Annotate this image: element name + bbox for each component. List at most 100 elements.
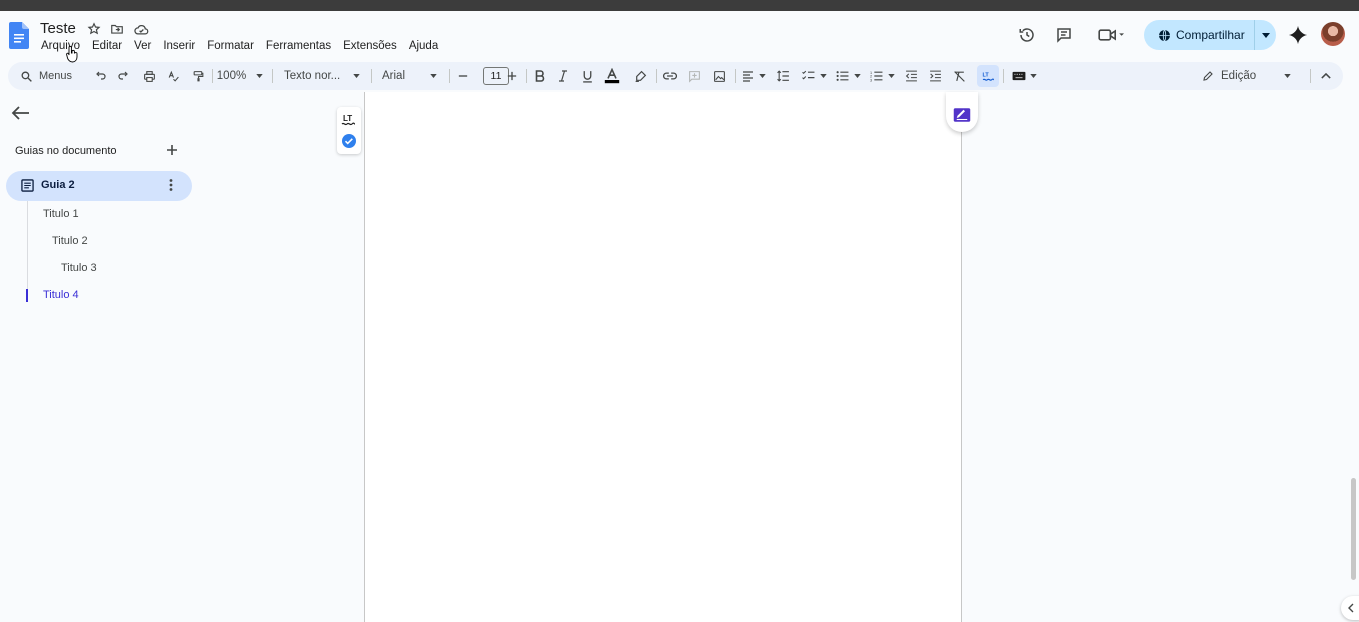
outline-heading-2[interactable]: Titulo 2 [52, 235, 88, 247]
avatar[interactable] [1321, 22, 1345, 46]
menu-ajuda[interactable]: Ajuda [403, 38, 444, 54]
cloud-saved-icon[interactable] [133, 21, 149, 37]
add-tab-icon[interactable] [165, 143, 179, 157]
checklist-button[interactable] [800, 62, 828, 90]
hide-menus-button[interactable] [1318, 62, 1334, 90]
paragraph-style-value: Texto nor... [284, 70, 341, 82]
editing-mode-select[interactable]: Edição [1198, 62, 1294, 90]
chevron-down-icon [256, 74, 263, 78]
tab-guia-2[interactable]: Guia 2 [6, 171, 192, 201]
menu-inserir[interactable]: Inserir [157, 38, 201, 54]
menu-formatar[interactable]: Formatar [201, 38, 260, 54]
scrollbar-thumb[interactable] [1351, 478, 1356, 580]
increase-indent-button[interactable] [927, 62, 943, 90]
search-menus-button[interactable]: Menus [16, 62, 84, 90]
toolbar-divider [735, 69, 736, 83]
align-button[interactable] [741, 62, 767, 90]
text-color-button[interactable] [604, 62, 620, 90]
outline-heading-1[interactable]: Titulo 1 [43, 208, 79, 220]
chevron-down-icon [887, 74, 895, 78]
redo-button[interactable] [116, 62, 132, 90]
menu-editar[interactable]: Editar [86, 38, 128, 54]
insert-image-button[interactable] [711, 62, 727, 90]
outline-heading-4[interactable]: Titulo 4 [43, 289, 79, 301]
bulleted-list-icon [836, 71, 848, 81]
align-left-icon [743, 70, 753, 82]
more-vert-icon[interactable] [167, 178, 175, 192]
toolbar-divider [1003, 69, 1004, 83]
toolbar-divider [371, 69, 372, 83]
back-arrow-icon[interactable] [10, 105, 30, 121]
spellcheck-button[interactable] [165, 62, 181, 90]
print-button[interactable] [141, 62, 157, 90]
bold-button[interactable] [532, 62, 546, 90]
menu-extensoes[interactable]: Extensões [337, 38, 403, 54]
underline-icon [582, 70, 592, 83]
meet-icon[interactable] [1094, 23, 1130, 47]
tab-document-icon [21, 179, 34, 192]
undo-button[interactable] [92, 62, 108, 90]
side-panel-toggle[interactable] [1341, 596, 1359, 620]
chevron-down-icon [759, 74, 766, 78]
languagetool-toolbar-button[interactable]: LT [977, 65, 999, 87]
docs-logo-icon[interactable] [9, 22, 29, 49]
zoom-select[interactable]: 100% [215, 62, 265, 90]
share-label: Compartilhar [1176, 28, 1245, 42]
globe-icon [1159, 29, 1170, 41]
decrease-font-size-button[interactable] [457, 62, 469, 90]
increase-font-size-button[interactable] [506, 62, 518, 90]
underline-button[interactable] [580, 62, 594, 90]
outline-heading-3[interactable]: Titulo 3 [61, 262, 97, 274]
browser-top-strip [0, 0, 1359, 11]
document-page[interactable] [364, 92, 962, 622]
toolbar-divider [526, 69, 527, 83]
undo-icon [96, 71, 106, 80]
paint-format-button[interactable] [190, 62, 206, 90]
share-button[interactable]: Compartilhar [1144, 20, 1276, 50]
paragraph-style-select[interactable]: Texto nor... [280, 62, 364, 90]
insert-link-button[interactable] [662, 62, 678, 90]
menu-ferramentas[interactable]: Ferramentas [260, 38, 337, 54]
italic-button[interactable] [556, 62, 570, 90]
tab-label: Guia 2 [41, 179, 75, 191]
font-family-select[interactable]: Arial [378, 62, 442, 90]
search-icon [21, 71, 32, 82]
document-tabs-sidebar: Guias no documento Guia 2 Titulo 1 Titul… [0, 92, 200, 622]
menu-arquivo[interactable]: Arquivo [35, 38, 86, 54]
bulleted-list-button[interactable] [834, 62, 862, 90]
share-dropdown-button[interactable] [1255, 32, 1276, 38]
comments-icon[interactable] [1052, 23, 1076, 47]
numbered-list-icon: 123 [870, 71, 882, 82]
toolbar: Menus 100% Texto nor... Arial 11 1 2 3 L… [8, 62, 1343, 90]
chevron-down-icon [353, 74, 360, 78]
numbered-list-button[interactable]: 123 [868, 62, 896, 90]
gemini-icon[interactable] [1286, 23, 1310, 47]
decrease-indent-button[interactable] [903, 62, 919, 90]
decrease-indent-icon [905, 70, 917, 82]
plus-icon [507, 71, 517, 81]
minus-icon [458, 75, 468, 77]
insert-comment-button[interactable] [686, 62, 702, 90]
move-folder-icon[interactable] [109, 21, 125, 37]
svg-text:LT: LT [343, 114, 352, 123]
history-icon[interactable] [1015, 23, 1039, 47]
clear-formatting-button[interactable] [951, 62, 967, 90]
print-icon [143, 70, 155, 82]
edit-suggest-icon[interactable] [953, 107, 971, 123]
menu-ver[interactable]: Ver [128, 38, 157, 54]
highlight-color-button[interactable] [632, 62, 648, 90]
document-title[interactable]: Teste [40, 20, 76, 37]
highlighter-icon [635, 70, 646, 82]
svg-text:LT: LT [982, 72, 989, 78]
toolbar-divider [1310, 69, 1311, 83]
italic-icon [559, 70, 567, 82]
chevron-down-icon [819, 74, 827, 78]
line-spacing-button[interactable] [775, 62, 791, 90]
chevron-up-icon [1321, 73, 1331, 79]
languagetool-widget[interactable]: LT [337, 107, 361, 154]
star-icon[interactable] [86, 21, 102, 37]
input-tools-button[interactable] [1009, 62, 1039, 90]
bold-icon [535, 70, 544, 82]
pencil-icon [1203, 71, 1213, 81]
share-main-button[interactable]: Compartilhar [1144, 20, 1255, 50]
